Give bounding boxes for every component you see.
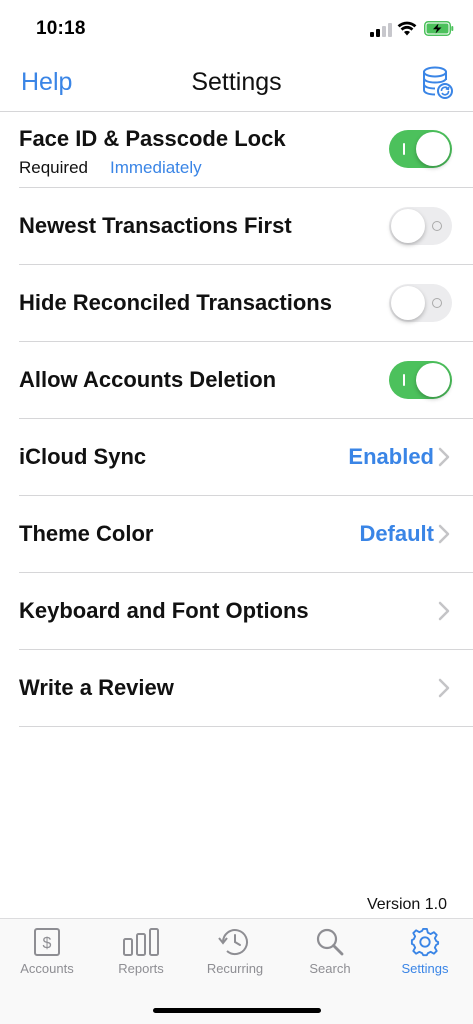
newest-first-toggle[interactable] (389, 207, 452, 245)
tab-settings[interactable]: Settings (378, 927, 472, 991)
bar-chart-icon (123, 928, 159, 956)
recurring-clock-icon (218, 929, 248, 956)
row-divider (19, 726, 473, 727)
tab-label: Search (309, 961, 351, 976)
tab-search[interactable]: Search (283, 927, 377, 991)
settings-row-theme-color[interactable]: Theme Color Default (0, 496, 473, 572)
gear-icon (410, 927, 440, 957)
settings-row-icloud-sync[interactable]: iCloud Sync Enabled (0, 419, 473, 495)
write-review-label: Write a Review (19, 675, 174, 700)
page-title: Settings (191, 68, 282, 96)
row-divider (19, 341, 473, 342)
tab-label: Accounts (20, 961, 74, 976)
tab-label: Recurring (206, 961, 264, 976)
hide-reconciled-label: Hide Reconciled Transactions (19, 290, 332, 315)
status-time: 10:18 (36, 18, 86, 39)
allow-deletion-label: Allow Accounts Deletion (19, 367, 277, 392)
database-sync-icon[interactable] (421, 66, 453, 100)
required-label: Required (19, 158, 88, 177)
row-divider (19, 264, 473, 265)
chevron-right-icon (438, 678, 450, 698)
nav-divider (0, 111, 473, 112)
newest-first-label: Newest Transactions First (19, 213, 292, 238)
navigation-bar: Help Settings (0, 56, 473, 112)
hide-reconciled-toggle[interactable] (389, 284, 452, 322)
settings-row-write-review[interactable]: Write a Review (0, 650, 473, 726)
icloud-sync-value: Enabled (348, 444, 434, 469)
tab-reports[interactable]: Reports (94, 927, 188, 991)
keyboard-font-label: Keyboard and Font Options (19, 598, 309, 623)
wifi-icon (397, 21, 417, 36)
chevron-right-icon (438, 524, 450, 544)
chevron-right-icon (438, 601, 450, 621)
signal-icon (370, 23, 392, 37)
icloud-sync-label: iCloud Sync (19, 444, 147, 469)
face-id-label: Face ID & Passcode Lock (19, 126, 286, 151)
row-divider (19, 187, 473, 188)
allow-deletion-toggle[interactable] (389, 361, 452, 399)
face-id-toggle[interactable] (389, 130, 452, 168)
dollar-box-icon: $ (34, 928, 60, 956)
theme-color-label: Theme Color (19, 521, 154, 546)
status-bar: 10:18 (0, 0, 473, 56)
tab-accounts[interactable]: $ Accounts (0, 927, 94, 991)
version-label: Version 1.0 (366, 896, 447, 913)
svg-text:$: $ (43, 935, 52, 952)
required-value-link[interactable]: Immediately (110, 158, 202, 178)
settings-row-keyboard-font[interactable]: Keyboard and Font Options (0, 573, 473, 649)
home-indicator (153, 1008, 321, 1013)
chevron-right-icon (438, 447, 450, 467)
magnifier-icon (316, 928, 344, 956)
tab-label: Settings (401, 961, 449, 976)
theme-color-value: Default (359, 521, 434, 546)
tab-recurring[interactable]: Recurring (188, 927, 282, 991)
tab-label: Reports (118, 961, 164, 976)
battery-charging-icon (424, 21, 454, 36)
